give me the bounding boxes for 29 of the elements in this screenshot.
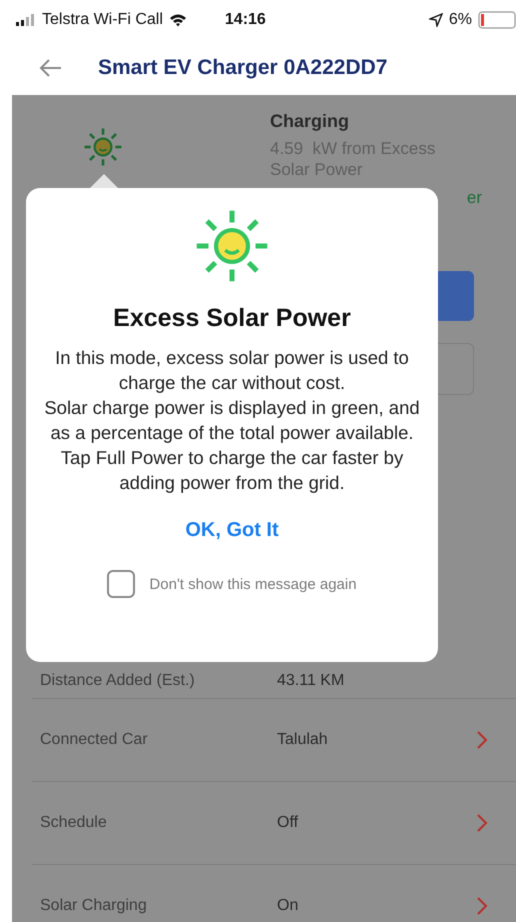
dialog-text: Tap Full Power to charge the car faster by adding power from the grid. xyxy=(60,446,404,495)
chevron-right-icon[interactable] xyxy=(476,731,488,749)
detail-label: Solar Charging xyxy=(40,897,148,915)
detail-value: Off xyxy=(277,814,300,832)
clock-time: 14:16 xyxy=(224,11,266,29)
charging-status: Charging xyxy=(270,111,350,132)
screen-title: Smart EV Charger 0A222DD7 xyxy=(98,56,388,80)
dialog-text: Solar charge power is displayed in green, and as a percentage of the total power available. xyxy=(43,396,421,445)
dialog-text: In this mode, excess solar power is used to charge the car without cost. xyxy=(54,346,410,395)
checkbox-label: Don't show this message again xyxy=(149,576,357,592)
detail-value: 43.11 KM xyxy=(277,672,346,690)
mode-text: er xyxy=(466,188,482,208)
chevron-right-icon[interactable] xyxy=(476,814,488,832)
dialog-title: Excess Solar Power xyxy=(113,304,351,333)
location-arrow-icon xyxy=(428,13,443,27)
detail-label: Schedule xyxy=(40,814,108,832)
carrier-name: Telstra Wi-Fi Call xyxy=(42,11,163,29)
wifi-icon xyxy=(168,13,187,27)
battery-icon xyxy=(478,11,516,29)
detail-label: Distance Added (Est.) xyxy=(40,672,196,690)
detail-value: Talulah xyxy=(277,731,329,749)
battery-percent: 6% xyxy=(448,11,472,29)
dialog-pointer xyxy=(90,174,118,188)
back-arrow-icon[interactable] xyxy=(38,58,62,78)
checkbox[interactable] xyxy=(107,570,136,598)
chevron-right-icon[interactable] xyxy=(476,897,488,915)
ok-button[interactable]: OK, Got It xyxy=(177,515,287,546)
detail-label: Connected Car xyxy=(40,731,149,749)
detail-value: On xyxy=(277,897,300,915)
